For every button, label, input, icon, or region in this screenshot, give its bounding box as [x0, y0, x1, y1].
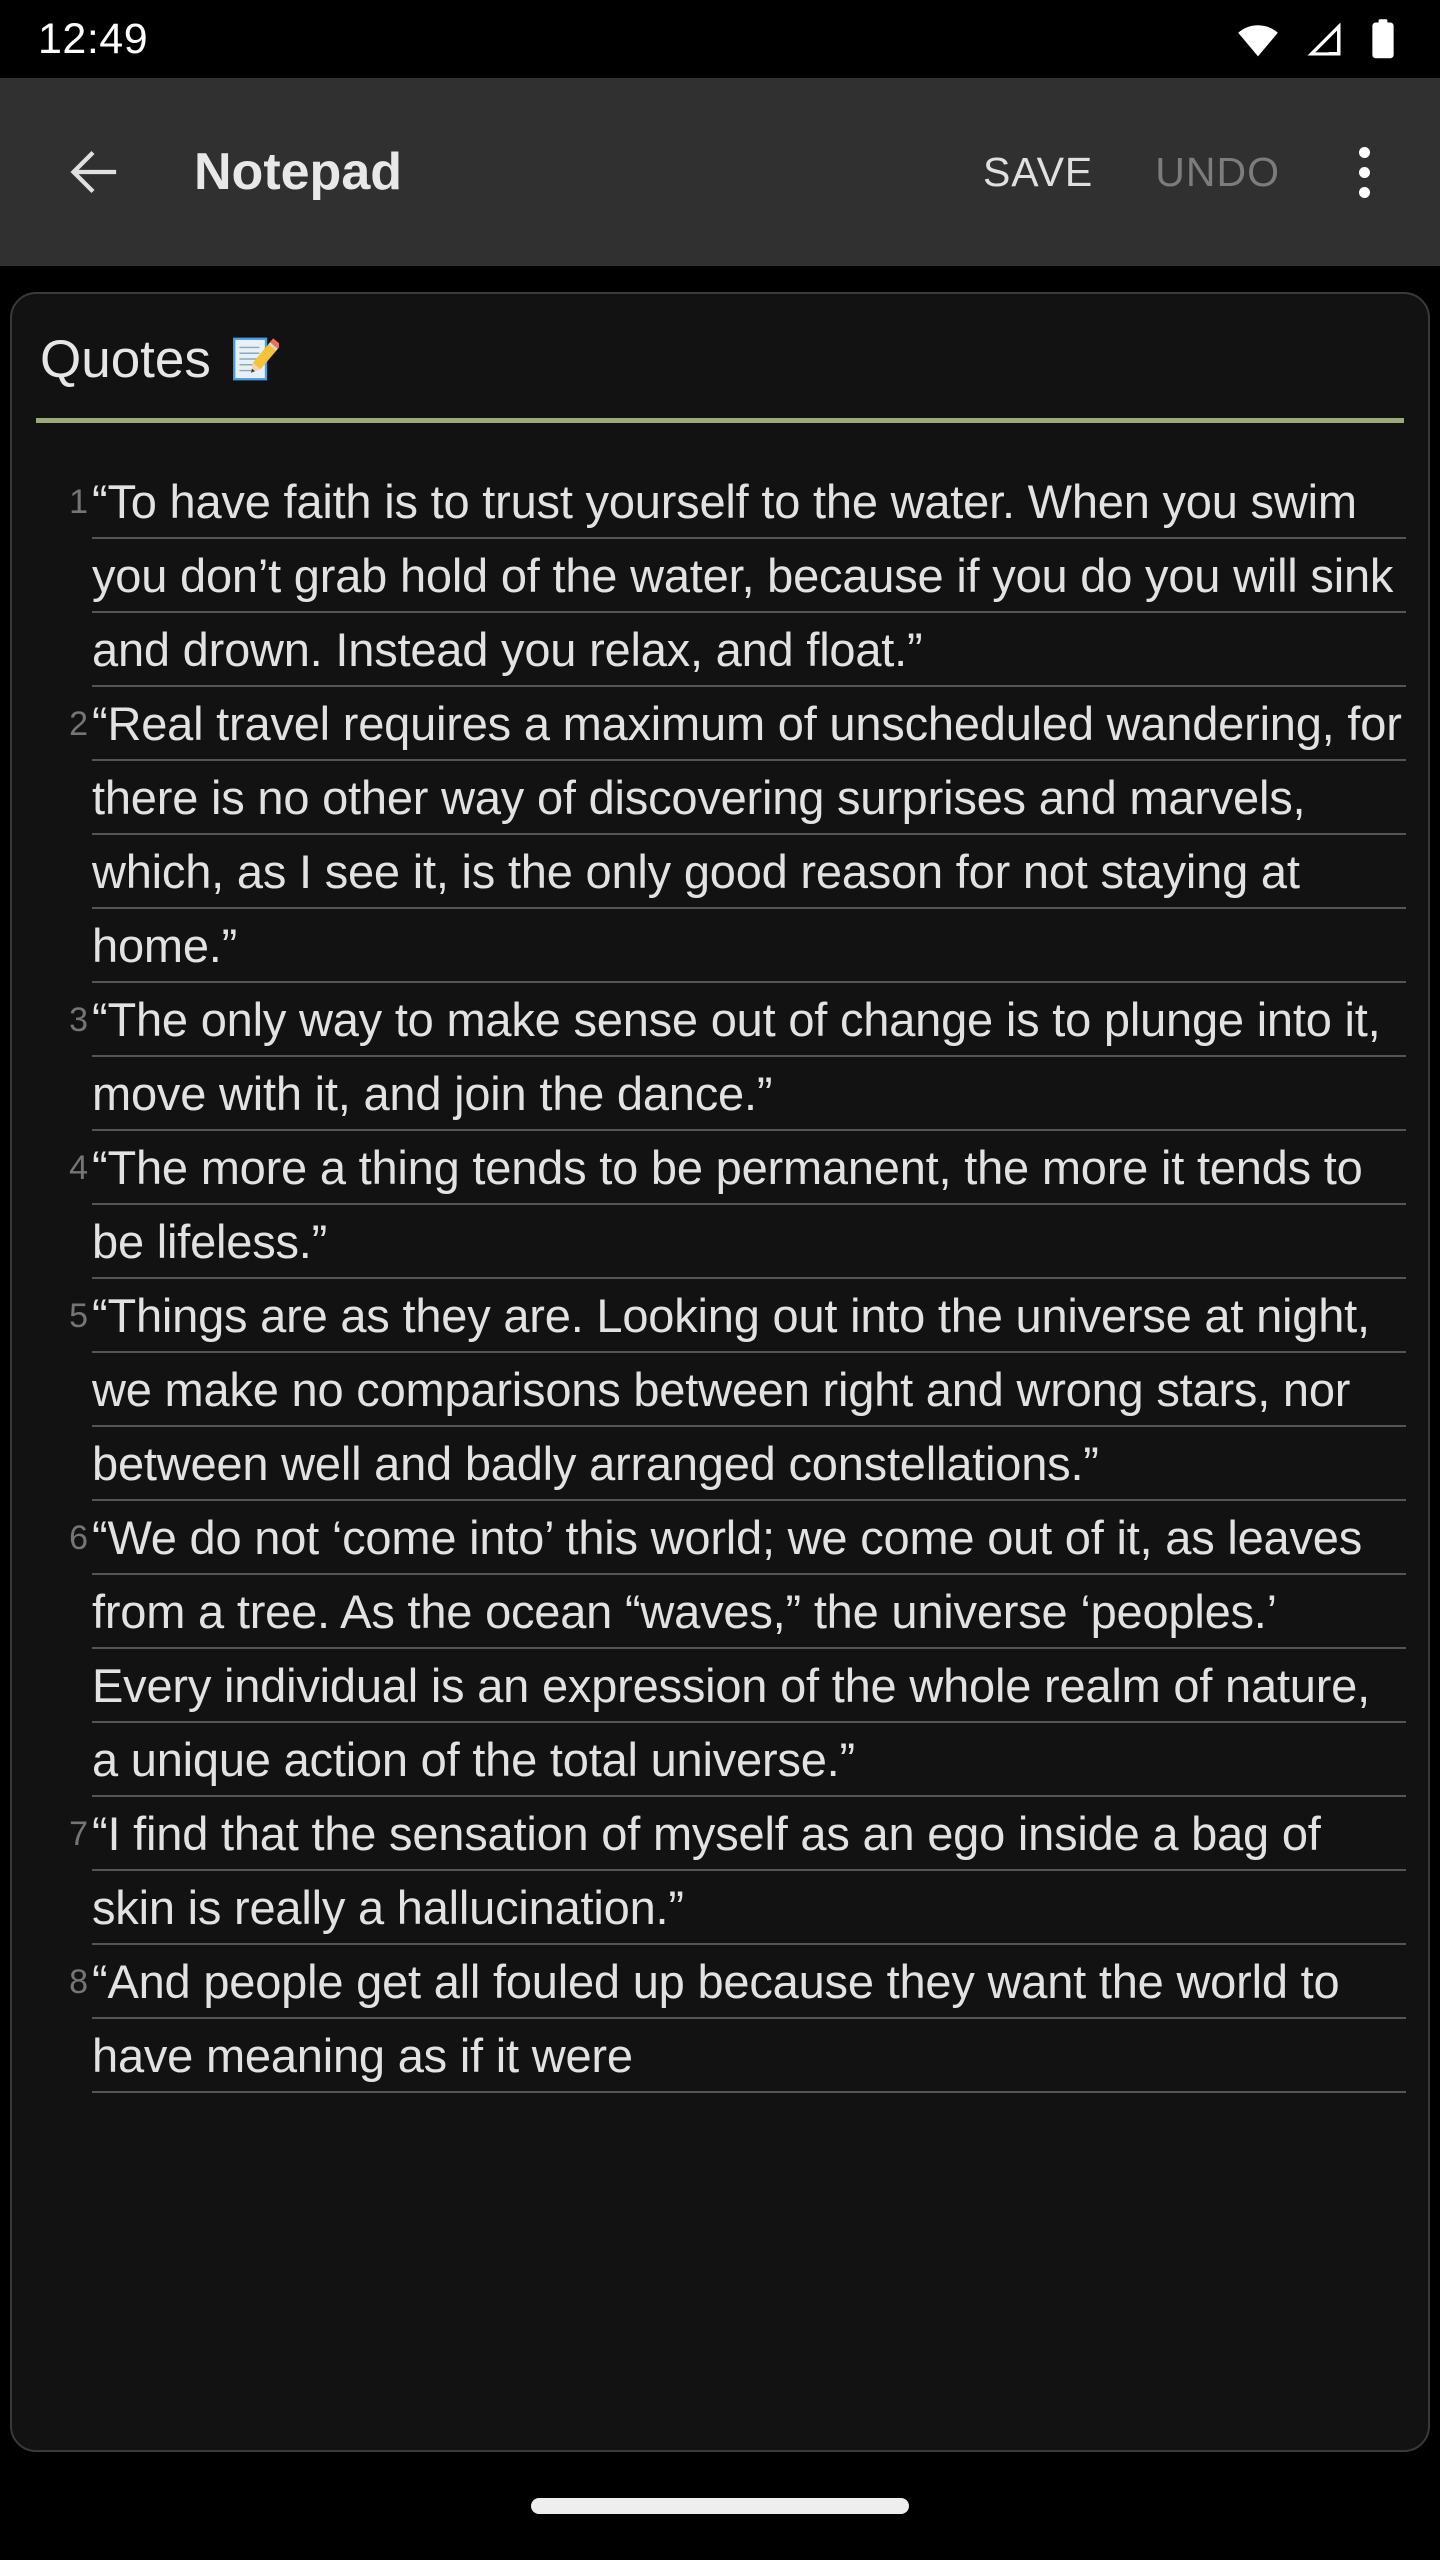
- page-title: Notepad: [194, 143, 402, 201]
- quote-text[interactable]: “The only way to make sense out of chang…: [92, 983, 1406, 1131]
- quote-text[interactable]: “The more a thing tends to be permanent,…: [92, 1131, 1406, 1279]
- list-item[interactable]: 8 “And people get all fouled up because …: [34, 1945, 1406, 2093]
- quote-text[interactable]: “Real travel requires a maximum of unsch…: [92, 687, 1406, 983]
- quote-text[interactable]: “I find that the sensation of myself as …: [92, 1797, 1406, 1945]
- status-bar: 12:49: [0, 0, 1440, 78]
- line-number: 1: [69, 483, 88, 521]
- navigation-bar: [0, 2452, 1440, 2560]
- back-arrow-icon: [70, 150, 117, 194]
- line-number: 7: [69, 1815, 88, 1853]
- battery-icon: [1368, 17, 1398, 61]
- quote-text[interactable]: “We do not ‘come into’ this world; we co…: [92, 1501, 1406, 1797]
- phone-screen: 12:49 Notepad SAVE UNDO Quotes 1 “To hav…: [0, 0, 1440, 2560]
- status-clock: 12:49: [38, 14, 149, 63]
- quote-text[interactable]: “To have faith is to trust yourself to t…: [92, 465, 1406, 687]
- line-number: 5: [69, 1297, 88, 1335]
- list-item[interactable]: 2 “Real travel requires a maximum of uns…: [34, 687, 1406, 983]
- note-inner: Quotes 1 “To have faith is to trust your…: [12, 294, 1428, 2093]
- quote-text[interactable]: “And people get all fouled up because th…: [92, 1945, 1406, 2093]
- more-vertical-icon: [1358, 146, 1370, 158]
- back-button[interactable]: [52, 130, 136, 214]
- list-item[interactable]: 5 “Things are as they are. Looking out i…: [34, 1279, 1406, 1501]
- list-item[interactable]: 3 “The only way to make sense out of cha…: [34, 983, 1406, 1131]
- cellular-signal-icon: [1302, 17, 1346, 61]
- list-item[interactable]: 4 “The more a thing tends to be permanen…: [34, 1131, 1406, 1279]
- list-item[interactable]: 6 “We do not ‘come into’ this world; we …: [34, 1501, 1406, 1797]
- list-item[interactable]: 1 “To have faith is to trust yourself to…: [34, 465, 1406, 687]
- wifi-icon: [1236, 17, 1280, 61]
- memo-icon: [227, 333, 279, 385]
- title-accent-underline: [36, 418, 1404, 423]
- quote-list: 1 “To have faith is to trust yourself to…: [34, 465, 1406, 2093]
- quote-text[interactable]: “Things are as they are. Looking out int…: [92, 1279, 1406, 1501]
- more-vertical-icon: [1358, 166, 1370, 178]
- app-bar-actions: SAVE UNDO: [969, 130, 1406, 214]
- home-gesture-pill[interactable]: [531, 2498, 909, 2514]
- more-vertical-icon: [1358, 186, 1370, 198]
- line-number: 8: [69, 1963, 88, 2001]
- undo-button[interactable]: UNDO: [1141, 131, 1294, 214]
- list-item[interactable]: 7 “I find that the sensation of myself a…: [34, 1797, 1406, 1945]
- line-number: 6: [69, 1519, 88, 1557]
- overflow-menu-button[interactable]: [1322, 130, 1406, 214]
- status-icons: [1236, 17, 1398, 61]
- line-number: 4: [69, 1149, 88, 1187]
- note-title: Quotes: [40, 329, 211, 389]
- line-number: 3: [69, 1001, 88, 1039]
- note-editor-card[interactable]: Quotes 1 “To have faith is to trust your…: [10, 292, 1430, 2452]
- note-title-row[interactable]: Quotes: [34, 320, 1406, 398]
- line-number: 2: [69, 705, 88, 743]
- app-bar: Notepad SAVE UNDO: [0, 78, 1440, 266]
- save-button[interactable]: SAVE: [969, 131, 1107, 214]
